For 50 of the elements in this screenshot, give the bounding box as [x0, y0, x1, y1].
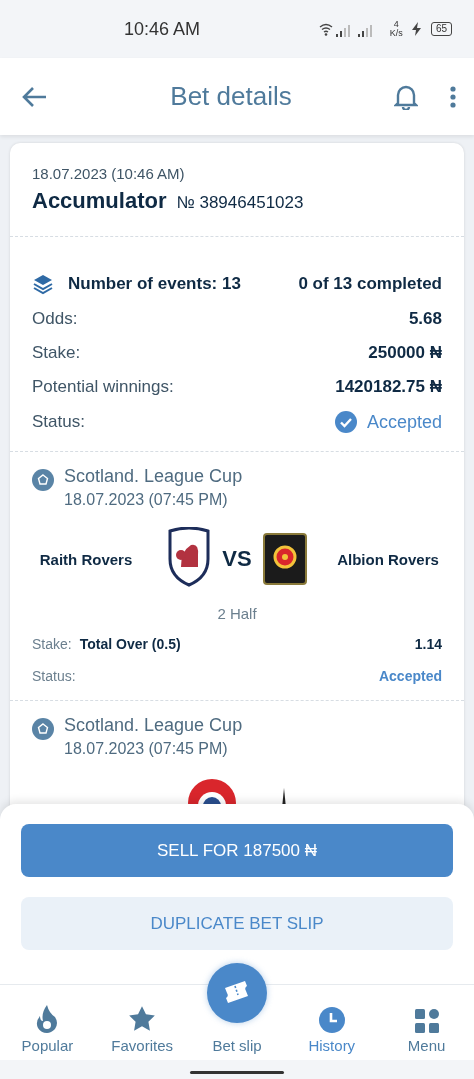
- bet-slip-fab[interactable]: [207, 963, 267, 1023]
- summary-label: Stake:: [32, 343, 81, 363]
- summary-label: Odds:: [32, 309, 78, 329]
- battery-indicator: 65: [430, 22, 452, 36]
- team-name: Albion Rovers: [336, 550, 440, 568]
- check-circle-icon: [334, 411, 357, 433]
- league-name: Scotland. League Cup: [64, 715, 243, 736]
- nav-tab[interactable]: Favorites: [94, 985, 190, 1060]
- team-name: Raith Rovers: [38, 550, 134, 568]
- completed-count: 0 of 13 completed: [298, 274, 442, 294]
- grid-icon: [414, 1009, 439, 1033]
- bet-date: 18.07.2023 (10:46 AM): [32, 165, 186, 182]
- summary-label: Potential winnings:: [32, 377, 174, 397]
- events-count: Number of events: 13: [68, 274, 241, 294]
- odds-value: 1.14: [414, 636, 442, 652]
- event-date: 18.07.2023 (07:45 PM): [64, 491, 229, 509]
- summary-label: Status:: [32, 412, 85, 432]
- star-icon: [128, 1005, 157, 1033]
- nav-tab[interactable]: History: [284, 985, 380, 1060]
- bet-number: № 38946451023: [176, 193, 304, 213]
- notification-bell-icon[interactable]: [394, 83, 418, 110]
- bet-type: Accumulator: [32, 188, 167, 214]
- layers-icon: [32, 273, 54, 295]
- summary-value: 5.68: [408, 309, 442, 329]
- status-value: Accepted: [366, 411, 442, 433]
- nav-tab[interactable]: Menu: [379, 985, 474, 1060]
- event-date: 18.07.2023 (07:45 PM): [64, 740, 229, 758]
- versus-label: VS: [222, 546, 252, 572]
- nav-tab[interactable]: Bet slip: [212, 1037, 262, 1054]
- back-button[interactable]: [22, 85, 48, 108]
- stake-label: Stake:: [32, 636, 72, 652]
- league-name: Scotland. League Cup: [64, 466, 243, 487]
- bet-selection: Total Over (0.5): [79, 636, 181, 652]
- clock-icon: [318, 1007, 345, 1033]
- soccer-ball-icon: [32, 469, 54, 491]
- status-value: Accepted: [378, 668, 442, 684]
- match-period: 2 Half: [216, 605, 258, 622]
- status-label: Status:: [32, 668, 76, 684]
- duplicate-button[interactable]: DUPLICATE BET SLIP: [21, 897, 453, 950]
- more-menu-icon[interactable]: [450, 85, 456, 108]
- clock-time: 10:46 AM: [124, 18, 202, 40]
- page-title: Bet details: [169, 81, 293, 112]
- summary-value: 250000 ₦: [368, 343, 442, 363]
- nav-tab[interactable]: Popular: [0, 985, 95, 1060]
- network-speed: 4 K/s: [389, 20, 403, 38]
- summary-value: 1420182.75 ₦: [335, 377, 442, 397]
- soccer-ball-icon: [32, 718, 54, 740]
- flame-icon: [35, 1005, 60, 1033]
- sell-button[interactable]: SELL FOR 187500 ₦: [21, 824, 453, 877]
- charging-icon: [410, 22, 423, 36]
